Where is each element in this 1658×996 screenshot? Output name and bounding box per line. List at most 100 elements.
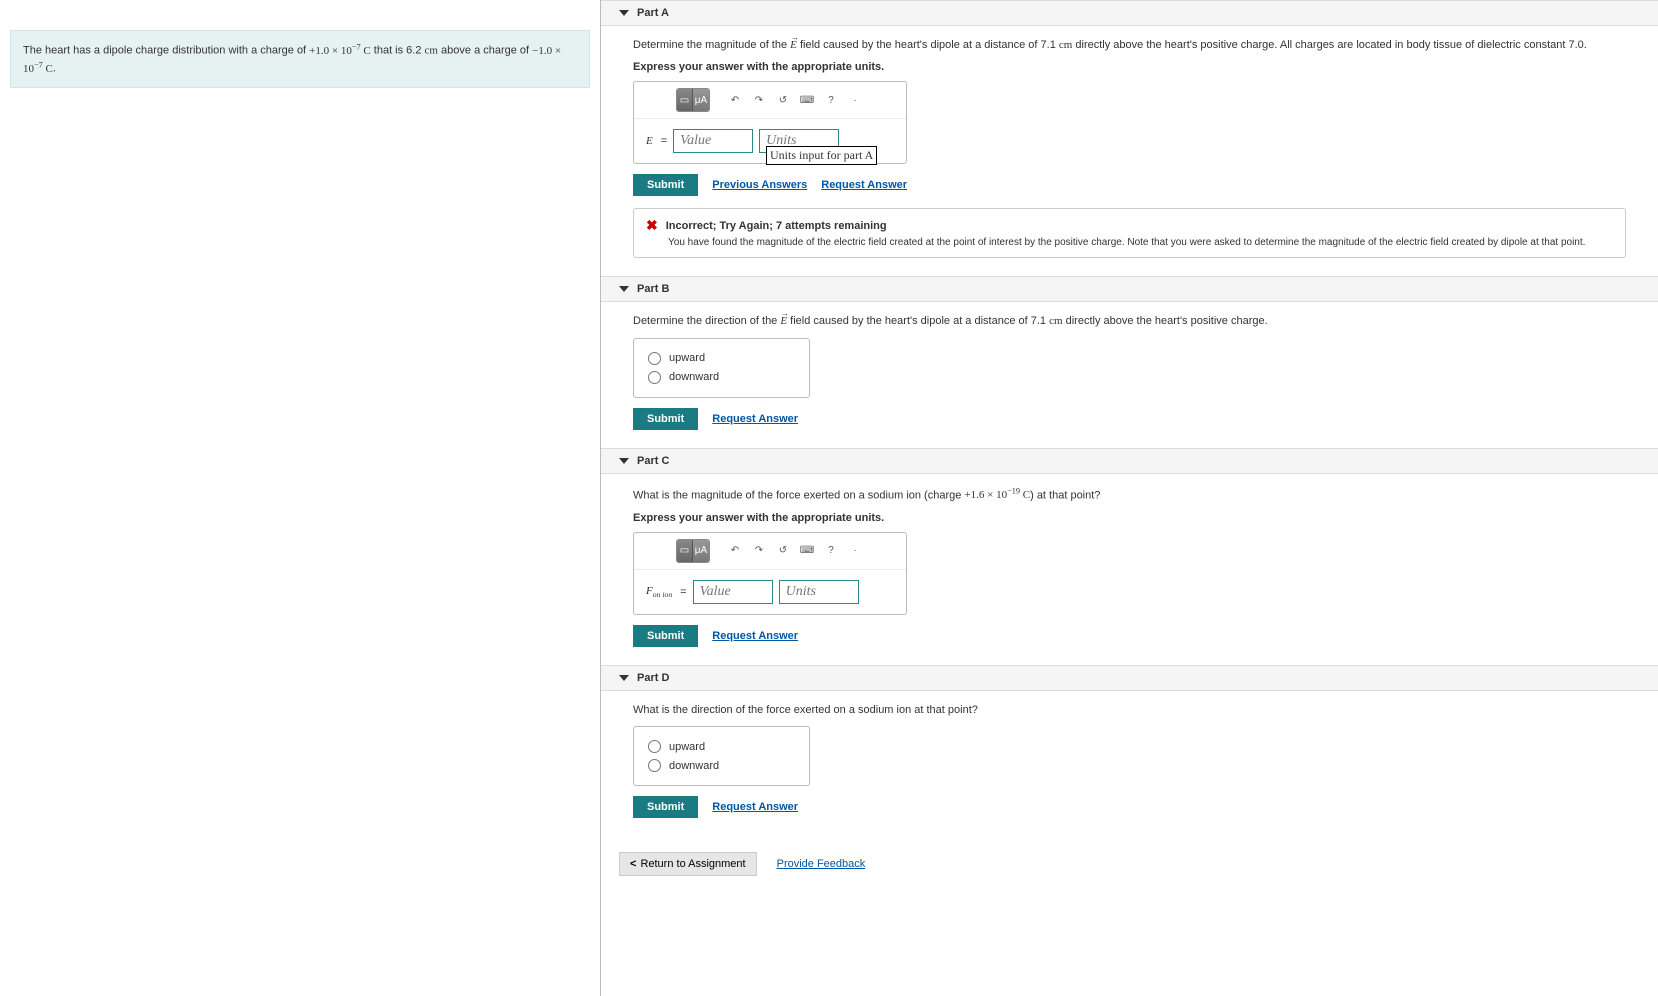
redo-icon[interactable]: ↷: [750, 542, 768, 560]
ion-charge: +1.6 × 10−19 C: [964, 489, 1030, 501]
reset-icon[interactable]: ↺: [774, 91, 792, 109]
part-a-express: Express your answer with the appropriate…: [633, 61, 1626, 73]
part-a-value-input[interactable]: [673, 129, 753, 153]
part-d-body: What is the direction of the force exert…: [601, 691, 1658, 836]
feedback-text: You have found the magnitude of the elec…: [668, 236, 1613, 249]
part-d-option-downward[interactable]: downward: [648, 756, 719, 775]
e-vector-symbol: E: [790, 39, 797, 51]
part-c-submit-row: Submit Request Answer: [633, 625, 1626, 647]
greek-icon[interactable]: μA: [693, 89, 709, 111]
units-tooltip: Units input for part A: [766, 146, 877, 165]
part-b-prompt: Determine the direction of the E field c…: [633, 314, 1626, 329]
request-answer-link[interactable]: Request Answer: [712, 801, 798, 813]
part-b-option-upward[interactable]: upward: [648, 349, 719, 368]
part-c-title: Part C: [637, 455, 669, 467]
equals-sign: =: [680, 586, 686, 598]
collapse-icon: [619, 458, 629, 464]
part-a-header[interactable]: Part A: [601, 0, 1658, 26]
part-c-answer-box: ▭ μA ↶ ↷ ↺ ⌨ ? · Fon ion =: [633, 532, 907, 615]
part-d-header[interactable]: Part D: [601, 665, 1658, 691]
part-a-body: Determine the magnitude of the E field c…: [601, 26, 1658, 276]
chevron-left-icon: <: [630, 858, 636, 870]
provide-feedback-link[interactable]: Provide Feedback: [777, 858, 866, 870]
e-vector-symbol: E: [780, 315, 787, 327]
return-to-assignment-button[interactable]: < Return to Assignment: [619, 852, 757, 876]
request-answer-link[interactable]: Request Answer: [712, 630, 798, 642]
answer-toolbar: ▭ μA ↶ ↷ ↺ ⌨ ? ·: [634, 533, 906, 570]
part-c-header[interactable]: Part C: [601, 448, 1658, 474]
keyboard-icon[interactable]: ⌨: [798, 91, 816, 109]
templates-icon[interactable]: ▭: [677, 89, 693, 111]
equals-sign: =: [661, 135, 667, 147]
keyboard-icon[interactable]: ⌨: [798, 542, 816, 560]
radio-downward[interactable]: [648, 371, 661, 384]
previous-answers-link[interactable]: Previous Answers: [712, 179, 807, 191]
part-d-title: Part D: [637, 672, 669, 684]
collapse-icon: [619, 10, 629, 16]
part-c-value-input[interactable]: [693, 580, 773, 604]
greek-icon[interactable]: μA: [693, 540, 709, 562]
radio-downward[interactable]: [648, 759, 661, 772]
incorrect-icon: ✖: [646, 217, 658, 234]
undo-icon[interactable]: ↶: [726, 542, 744, 560]
part-b-title: Part B: [637, 283, 669, 295]
problem-text-mid1: that is 6.2: [371, 45, 425, 57]
part-d-option-upward[interactable]: upward: [648, 737, 719, 756]
more-icon[interactable]: ·: [846, 542, 864, 560]
part-c-units-input[interactable]: [779, 580, 859, 604]
radio-upward[interactable]: [648, 352, 661, 365]
part-d-submit-row: Submit Request Answer: [633, 796, 1626, 818]
part-a-answer-box: ▭ μA ↶ ↷ ↺ ⌨ ? · E = Units input for par…: [633, 81, 907, 164]
part-a-feedback: ✖ Incorrect; Try Again; 7 attempts remai…: [633, 208, 1626, 258]
answer-panel: Part A Determine the magnitude of the E …: [600, 0, 1658, 996]
part-c-prompt: What is the magnitude of the force exert…: [633, 486, 1626, 504]
option-label: upward: [669, 741, 705, 753]
part-a-title: Part A: [637, 7, 669, 19]
part-a-submit-button[interactable]: Submit: [633, 174, 698, 196]
part-b-submit-button[interactable]: Submit: [633, 408, 698, 430]
part-a-var-label: E: [646, 135, 653, 147]
part-a-prompt: Determine the magnitude of the E field c…: [633, 38, 1626, 53]
problem-text-end: .: [53, 63, 56, 75]
part-c-answer-row: Fon ion =: [634, 570, 906, 614]
redo-icon[interactable]: ↷: [750, 91, 768, 109]
answer-toolbar: ▭ μA ↶ ↷ ↺ ⌨ ? ·: [634, 82, 906, 119]
problem-text: The heart has a dipole charge distributi…: [23, 45, 309, 57]
radio-upward[interactable]: [648, 740, 661, 753]
part-d-prompt: What is the direction of the force exert…: [633, 703, 1626, 718]
part-b-option-downward[interactable]: downward: [648, 368, 719, 387]
part-a-submit-row: Submit Previous Answers Request Answer: [633, 174, 1626, 196]
part-d-options: upward downward: [633, 726, 810, 786]
collapse-icon: [619, 286, 629, 292]
part-d-submit-button[interactable]: Submit: [633, 796, 698, 818]
option-label: downward: [669, 371, 719, 383]
help-icon[interactable]: ?: [822, 542, 840, 560]
part-c-var-label: Fon ion: [646, 585, 672, 599]
request-answer-link[interactable]: Request Answer: [712, 413, 798, 425]
charge-positive: +1.0 × 10−7 C: [309, 45, 371, 57]
feedback-title: Incorrect; Try Again; 7 attempts remaini…: [666, 220, 887, 232]
part-b-body: Determine the direction of the E field c…: [601, 302, 1658, 447]
option-label: upward: [669, 352, 705, 364]
undo-icon[interactable]: ↶: [726, 91, 744, 109]
part-b-submit-row: Submit Request Answer: [633, 408, 1626, 430]
request-answer-link[interactable]: Request Answer: [821, 179, 907, 191]
distance-unit: cm: [425, 45, 438, 57]
more-icon[interactable]: ·: [846, 91, 864, 109]
collapse-icon: [619, 675, 629, 681]
toolbar-templates-group: ▭ μA: [676, 88, 710, 112]
templates-icon[interactable]: ▭: [677, 540, 693, 562]
help-icon[interactable]: ?: [822, 91, 840, 109]
option-label: downward: [669, 760, 719, 772]
part-b-header[interactable]: Part B: [601, 276, 1658, 302]
reset-icon[interactable]: ↺: [774, 542, 792, 560]
part-b-options: upward downward: [633, 338, 810, 398]
part-c-express: Express your answer with the appropriate…: [633, 512, 1626, 524]
toolbar-templates-group: ▭ μA: [676, 539, 710, 563]
part-c-body: What is the magnitude of the force exert…: [601, 474, 1658, 665]
problem-text-mid2: above a charge of: [438, 45, 532, 57]
problem-statement: The heart has a dipole charge distributi…: [10, 30, 590, 88]
footer-row: < Return to Assignment Provide Feedback: [619, 852, 1658, 876]
part-c-submit-button[interactable]: Submit: [633, 625, 698, 647]
return-label: Return to Assignment: [640, 858, 745, 870]
